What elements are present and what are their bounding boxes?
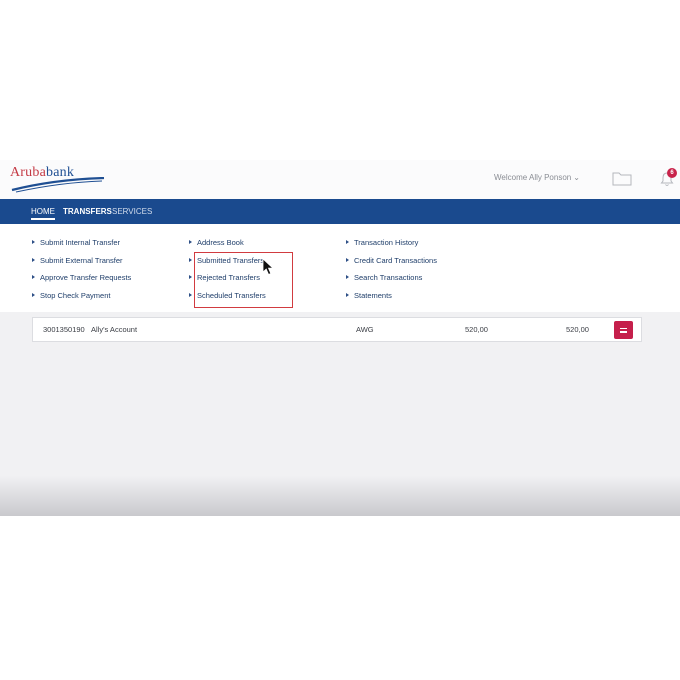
- main-nav: HOME TRANSFERS SERVICES: [0, 199, 680, 224]
- mouse-pointer-icon: [262, 258, 275, 276]
- arrow-right-icon: [346, 257, 349, 262]
- arrow-right-icon: [32, 275, 35, 279]
- menu-item-search-transactions[interactable]: Search Transactions: [346, 273, 437, 291]
- menu-item-submit-internal-transfer[interactable]: Submit Internal Transfer: [32, 238, 131, 256]
- menu-item-credit-card-transactions[interactable]: Credit Card Transactions: [346, 256, 437, 274]
- arrow-right-icon: [32, 240, 35, 244]
- menu-item-label: Credit Card Transactions: [354, 255, 437, 265]
- arrow-right-icon: [32, 257, 35, 262]
- menu-item-submitted-transfers[interactable]: Submitted Transfers: [189, 256, 266, 274]
- notification-badge: 6: [667, 168, 677, 178]
- menu-item-label: Statements: [354, 290, 392, 300]
- menu-item-transaction-history[interactable]: Transaction History: [346, 238, 437, 256]
- menu-item-label: Search Transactions: [354, 273, 423, 282]
- menu-item-scheduled-transfers[interactable]: Scheduled Transfers: [189, 291, 266, 309]
- banking-app-window: Arubabank Welcome Ally Ponson ⌄ 6 HOME TR…: [0, 160, 680, 516]
- menu-item-submit-external-transfer[interactable]: Submit External Transfer: [32, 256, 131, 274]
- folder-icon[interactable]: [612, 171, 632, 186]
- menu-item-label: Approve Transfer Requests: [40, 273, 132, 282]
- chevron-down-icon: ⌄: [573, 173, 580, 182]
- menu-item-label: Rejected Transfers: [197, 273, 260, 282]
- account-available-balance: 520,00: [566, 325, 589, 334]
- arrow-right-icon: [346, 292, 349, 297]
- menu-item-label: Scheduled Transfers: [197, 290, 266, 300]
- menu-item-label: Address Book: [197, 238, 244, 247]
- transfers-dropdown-menu: Submit Internal Transfer Submit External…: [0, 224, 680, 312]
- arrow-right-icon: [32, 292, 35, 297]
- arrow-right-icon: [189, 275, 192, 279]
- nav-services[interactable]: SERVICES: [112, 207, 152, 216]
- welcome-user-menu[interactable]: Welcome Ally Ponson ⌄: [494, 173, 580, 182]
- arubabank-logo[interactable]: Arubabank: [10, 165, 110, 195]
- menu-bar-icon: [620, 327, 627, 329]
- top-bar: Arubabank Welcome Ally Ponson ⌄ 6: [0, 160, 680, 199]
- account-row[interactable]: 3001350190 Ally's Account AWG 520,00 520…: [32, 317, 642, 342]
- account-actions-button[interactable]: [614, 321, 633, 339]
- arrow-right-icon: [189, 240, 192, 244]
- nav-home[interactable]: HOME: [31, 207, 55, 220]
- bottom-shadow: [0, 476, 680, 516]
- arrow-right-icon: [346, 240, 349, 244]
- arrow-right-icon: [189, 257, 192, 262]
- menu-item-label: Stop Check Payment: [40, 290, 111, 300]
- menu-column-transfers: Submit Internal Transfer Submit External…: [32, 238, 131, 308]
- menu-item-approve-transfer-requests[interactable]: Approve Transfer Requests: [32, 273, 131, 291]
- account-currency: AWG: [356, 325, 374, 334]
- menu-item-label: Transaction History: [354, 238, 419, 247]
- menu-column-manage: Address Book Submitted Transfers Rejecte…: [189, 238, 266, 308]
- menu-item-rejected-transfers[interactable]: Rejected Transfers: [189, 273, 266, 291]
- menu-column-history: Transaction History Credit Card Transact…: [346, 238, 437, 308]
- nav-transfers[interactable]: TRANSFERS: [63, 207, 112, 216]
- arrow-right-icon: [346, 275, 349, 279]
- arrow-right-icon: [189, 292, 192, 297]
- menu-item-stop-check-payment[interactable]: Stop Check Payment: [32, 291, 131, 309]
- menu-item-label: Submit Internal Transfer: [40, 238, 121, 247]
- welcome-text: Welcome Ally Ponson: [494, 173, 572, 182]
- account-name: Ally's Account: [91, 325, 138, 334]
- logo-swoosh-icon: [11, 177, 105, 193]
- menu-item-label: Submitted Transfers: [197, 255, 265, 265]
- menu-item-label: Submit External Transfer: [40, 255, 123, 265]
- account-number: 3001350190: [43, 325, 85, 334]
- menu-item-address-book[interactable]: Address Book: [189, 238, 266, 256]
- menu-bar-icon: [620, 331, 627, 333]
- menu-item-statements[interactable]: Statements: [346, 291, 437, 309]
- account-balance: 520,00: [465, 325, 488, 334]
